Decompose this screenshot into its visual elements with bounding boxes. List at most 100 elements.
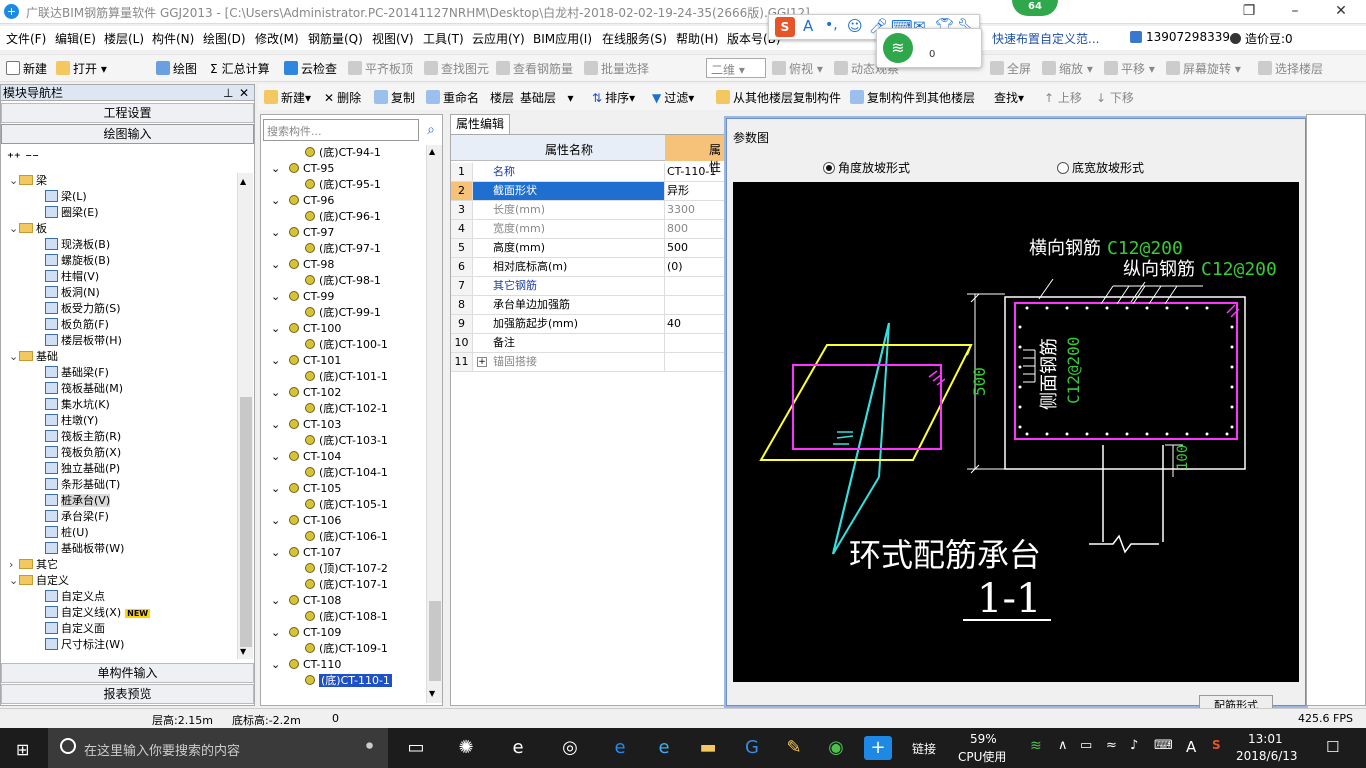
new-button[interactable]: 新建 <box>6 60 47 77</box>
menu-help[interactable]: 帮助(H) <box>676 30 718 47</box>
ime-lang-icon[interactable]: A <box>803 17 813 35</box>
restore-icon[interactable]: ❐ <box>1226 0 1272 24</box>
property-value[interactable]: 40 <box>665 315 727 333</box>
select-floor-button[interactable]: 选择楼层 <box>1258 60 1323 77</box>
menu-tools[interactable]: 工具(T) <box>423 30 464 47</box>
copy-button[interactable]: 复制 <box>374 89 415 106</box>
property-row[interactable]: 1 名称 CT-110-1 <box>451 163 727 182</box>
scroll-up-icon[interactable]: ▲ <box>240 177 246 186</box>
view-mode-select[interactable]: 二维 ▾ <box>706 58 766 78</box>
component-group-item[interactable]: ⌄ CT-96 <box>271 193 334 209</box>
move-up-button[interactable]: ↑ 上移 <box>1044 89 1082 106</box>
project-settings-button[interactable]: 工程设置 <box>1 103 254 123</box>
menu-cloud[interactable]: 云应用(Y) <box>472 30 525 47</box>
tree-scrollbar[interactable]: ▲ ▼ <box>237 173 253 659</box>
new-component-button[interactable]: 新建▾ <box>264 89 311 106</box>
find-element-button[interactable]: 查找图元 <box>424 60 489 77</box>
property-row[interactable]: 3 长度(mm) 3300 <box>451 201 727 220</box>
property-value[interactable]: 3300 <box>665 201 727 219</box>
sort-button[interactable]: ⇅ 排序▾ <box>592 89 635 106</box>
menu-edit[interactable]: 编辑(E) <box>55 30 96 47</box>
menu-modify[interactable]: 修改(M) <box>255 30 299 47</box>
cloud-check-button[interactable]: 云检查 <box>284 60 337 77</box>
expand-toggle-icon[interactable]: ⌄ <box>271 225 280 241</box>
menu-component[interactable]: 构件(N) <box>152 30 194 47</box>
user-phone[interactable]: 13907298339 <box>1130 30 1230 44</box>
component-child-item[interactable]: (底)CT-106-1 <box>305 529 388 545</box>
tree-item[interactable]: 筏板基础(M) <box>45 381 123 397</box>
component-child-item[interactable]: (底)CT-105-1 <box>305 497 388 513</box>
component-group-item[interactable]: ⌄ CT-97 <box>271 225 334 241</box>
expand-toggle-icon[interactable]: ⌄ <box>271 353 280 369</box>
tree-folder[interactable]: ⌄ 基础 <box>9 349 58 365</box>
component-child-item[interactable]: (底)CT-98-1 <box>305 273 381 289</box>
tree-item[interactable]: 柱帽(V) <box>45 269 99 285</box>
tree-item[interactable]: 条形基础(T) <box>45 477 120 493</box>
component-child-item[interactable]: (底)CT-110-1 <box>305 673 392 689</box>
rename-button[interactable]: 重命名 <box>426 89 479 106</box>
volume-icon[interactable]: ♪ <box>1130 738 1138 753</box>
expand-all-icon[interactable]: ⁺⁺ ⁻⁻ <box>7 151 39 166</box>
ime-lang-tray[interactable]: A <box>1186 738 1196 756</box>
fan-app-icon[interactable]: ✺ <box>452 736 480 760</box>
start-button[interactable]: ⊞ <box>0 728 48 768</box>
tree-item[interactable]: 集水坑(K) <box>45 397 110 413</box>
taskbar-search[interactable]: 在这里输入你要搜索的内容 ⏺ <box>48 728 388 768</box>
expand-toggle-icon[interactable]: ⌄ <box>271 625 280 641</box>
open-button[interactable]: 打开 ▾ <box>56 60 107 77</box>
property-row[interactable]: 2 截面形状 异形 <box>451 182 727 201</box>
search-icon[interactable]: ⌕ <box>421 119 441 141</box>
filter-button[interactable]: ▼ 过滤▾ <box>652 89 694 106</box>
tree-item[interactable]: 自定义线(X) NEW <box>45 605 151 621</box>
sogou-icon[interactable]: S <box>775 17 795 37</box>
tree-item[interactable]: 梁(L) <box>45 189 87 205</box>
copy-from-floor-button[interactable]: 从其他楼层复制构件 <box>716 89 841 106</box>
quick-layout-link[interactable]: 快速布置自定义范... <box>992 30 1099 47</box>
panel-close-icon[interactable]: ✕ <box>239 85 249 101</box>
view-rebar-button[interactable]: 查看钢筋量 <box>496 60 573 77</box>
ie-icon[interactable]: e <box>504 736 532 760</box>
scroll-up-icon[interactable]: ▲ <box>429 147 435 156</box>
component-group-item[interactable]: ⌄ CT-98 <box>271 257 334 273</box>
property-row[interactable]: 7 其它钢筋 <box>451 277 727 296</box>
radio-angle-slope[interactable]: 角度放坡形式 <box>823 159 910 176</box>
expand-toggle-icon[interactable]: ⌄ <box>271 385 280 401</box>
expand-toggle-icon[interactable]: ⌄ <box>271 257 280 273</box>
expand-toggle-icon[interactable]: ⌄ <box>271 289 280 305</box>
property-value[interactable] <box>665 353 727 371</box>
component-child-item[interactable]: (底)CT-103-1 <box>305 433 388 449</box>
component-group-item[interactable]: ⌄ CT-110 <box>271 657 341 673</box>
component-child-item[interactable]: (底)CT-100-1 <box>305 337 388 353</box>
close-button[interactable]: ✕ <box>1318 0 1364 24</box>
tree-item[interactable]: 圈梁(E) <box>45 205 99 221</box>
tree-item[interactable]: 尺寸标注(W) <box>45 637 124 653</box>
property-row[interactable]: 10 备注 <box>451 334 727 353</box>
notification-icon[interactable]: ☐ <box>1326 738 1339 756</box>
explorer-icon[interactable]: ▬ <box>694 736 722 760</box>
expand-toggle-icon[interactable]: ⌄ <box>271 321 280 337</box>
component-child-item[interactable]: (底)CT-109-1 <box>305 641 388 657</box>
sogou-tray-icon[interactable]: S <box>1212 738 1221 752</box>
expand-toggle-icon[interactable]: ⌄ <box>9 349 19 365</box>
property-row[interactable]: 6 相对底标高(m) (0) <box>451 258 727 277</box>
move-down-button[interactable]: ↓ 下移 <box>1096 89 1134 106</box>
expand-toggle-icon[interactable]: ⌄ <box>271 449 280 465</box>
property-value[interactable]: 500 <box>665 239 727 257</box>
component-group-item[interactable]: ⌄ CT-99 <box>271 289 334 305</box>
property-value[interactable]: CT-110-1 <box>665 163 727 181</box>
link-label[interactable]: 链接 <box>912 740 936 757</box>
scroll-thumb[interactable] <box>429 601 441 681</box>
component-group-item[interactable]: ⌄ CT-106 <box>271 513 341 529</box>
drawing-area[interactable] <box>1306 114 1366 706</box>
tree-item[interactable]: 基础梁(F) <box>45 365 109 381</box>
app-g-icon[interactable]: G <box>738 736 766 760</box>
chevron-up-icon[interactable]: ∧ <box>1058 738 1068 753</box>
property-row[interactable]: 8 承台单边加强筋 <box>451 296 727 315</box>
menu-rebar[interactable]: 钢筋量(Q) <box>308 30 363 47</box>
draw-input-button[interactable]: 绘图输入 <box>1 124 254 144</box>
network-icon[interactable]: ≋ <box>1030 738 1042 754</box>
component-group-item[interactable]: ⌄ CT-109 <box>271 625 341 641</box>
menu-view[interactable]: 视图(V) <box>372 30 414 47</box>
component-child-item[interactable]: (底)CT-101-1 <box>305 369 388 385</box>
expand-toggle-icon[interactable]: ⌄ <box>271 545 280 561</box>
